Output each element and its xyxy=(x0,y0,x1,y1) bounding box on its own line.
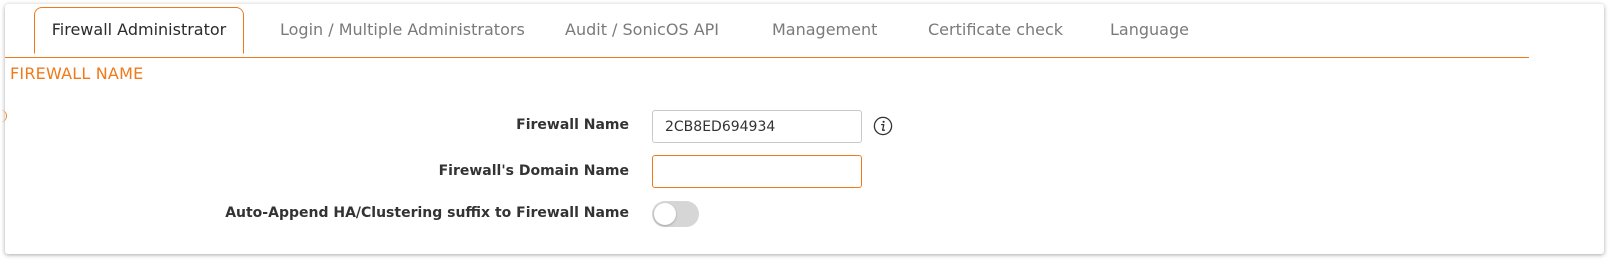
domain-name-input[interactable] xyxy=(652,155,862,188)
tab-login-multiple-administrators[interactable]: Login / Multiple Administrators xyxy=(280,7,525,57)
tab-certificate-check[interactable]: Certificate check xyxy=(928,7,1063,57)
tab-bar: Firewall Administrator Login / Multiple … xyxy=(5,7,1529,58)
info-icon[interactable] xyxy=(873,116,893,136)
tab-language[interactable]: Language xyxy=(1110,7,1189,57)
section-title: FIREWALL NAME xyxy=(10,64,144,83)
firewall-name-label: Firewall Name xyxy=(516,117,629,133)
tab-management[interactable]: Management xyxy=(772,7,877,57)
auto-append-toggle[interactable] xyxy=(652,201,699,227)
tab-firewall-administrator[interactable]: Firewall Administrator xyxy=(34,7,244,54)
tab-audit-sonicos-api[interactable]: Audit / SonicOS API xyxy=(565,7,719,57)
domain-name-label: Firewall's Domain Name xyxy=(438,163,629,179)
auto-append-label: Auto-Append HA/Clustering suffix to Fire… xyxy=(225,205,629,221)
toggle-knob xyxy=(654,203,676,225)
firewall-name-input[interactable] xyxy=(652,110,862,143)
